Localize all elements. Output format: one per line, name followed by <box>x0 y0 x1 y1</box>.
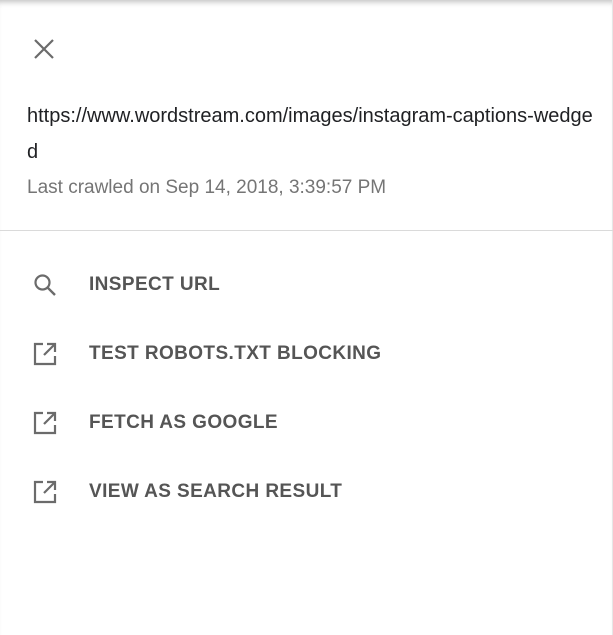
url-details-panel: https://www.wordstream.com/images/instag… <box>0 0 613 635</box>
close-icon <box>32 37 56 66</box>
test-robots-txt-label: TEST ROBOTS.TXT BLOCKING <box>89 342 382 364</box>
close-button[interactable] <box>26 33 62 69</box>
divider <box>0 230 613 231</box>
open-in-new-icon <box>28 475 62 509</box>
test-robots-txt-item[interactable]: TEST ROBOTS.TXT BLOCKING <box>0 319 613 388</box>
inspect-url-item[interactable]: INSPECT URL <box>0 250 613 319</box>
view-as-search-result-label: VIEW AS SEARCH RESULT <box>89 480 343 502</box>
inspect-url-label: INSPECT URL <box>89 273 221 295</box>
open-in-new-icon <box>28 337 62 371</box>
fetch-as-google-item[interactable]: FETCH AS GOOGLE <box>0 388 613 457</box>
action-menu: INSPECT URL TEST ROBOTS.TXT BLOCKING FET… <box>0 250 613 526</box>
open-in-new-icon <box>28 406 62 440</box>
view-as-search-result-item[interactable]: VIEW AS SEARCH RESULT <box>0 457 613 526</box>
search-icon <box>28 268 62 302</box>
last-crawled-text: Last crawled on Sep 14, 2018, 3:39:57 PM <box>27 177 387 198</box>
fetch-as-google-label: FETCH AS GOOGLE <box>89 411 278 433</box>
page-url: https://www.wordstream.com/images/instag… <box>27 105 593 163</box>
